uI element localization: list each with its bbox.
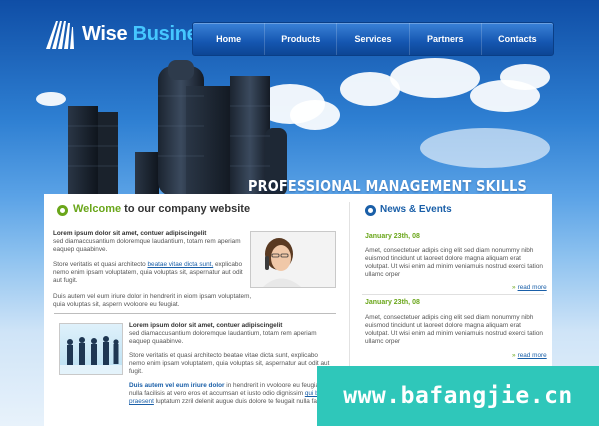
read-more-label-2: read more xyxy=(517,352,547,359)
team-paragraph-2: Store veritatis et quasi architecto beat… xyxy=(129,352,330,375)
businesswoman-photo xyxy=(250,231,336,288)
team-paragraph-1: Lorem ipsum dolor sit amet, contuer adip… xyxy=(129,322,334,346)
welcome-heading: Welcome to our company website xyxy=(73,203,250,215)
skyscrapers-image xyxy=(68,60,287,196)
nav-item-home[interactable]: Home xyxy=(193,23,264,55)
beatae-vitae-link[interactable]: beatae vitae dicta sunt, xyxy=(147,261,213,268)
news-date-1: January 23th, 08 xyxy=(365,233,420,240)
businesswoman-image xyxy=(251,232,335,287)
news-bullet-icon xyxy=(365,205,376,216)
cloud-decoration xyxy=(420,128,550,168)
team-p3-text-end: luptatum zzril delenit augue duis dolore… xyxy=(153,398,331,405)
nav-item-partners[interactable]: Partners xyxy=(408,23,481,55)
news-separator xyxy=(362,294,544,295)
welcome-intro-bold: Lorem ipsum dolor sit amet, contuer adip… xyxy=(53,230,207,237)
welcome-paragraph-2: Store veritatis et quasi architecto beat… xyxy=(53,261,248,285)
nav-item-contacts[interactable]: Contacts xyxy=(480,23,553,55)
read-more-link-2[interactable]: » read more xyxy=(512,352,547,359)
read-more-link-1[interactable]: » read more xyxy=(512,284,547,291)
news-text-2: Amet, consectetuer adipis cing elit sed … xyxy=(365,314,543,345)
news-heading: News & Events xyxy=(380,204,452,215)
news-text-1: Amet, consectetuer adipis cing elit sed … xyxy=(365,247,543,278)
brand-name-part1: Wise xyxy=(82,22,128,45)
arrow-right-icon: » xyxy=(512,284,516,291)
logo-rays-icon xyxy=(46,21,74,49)
team-paragraph-text: sed diamaccusantium doloremque laudantiu… xyxy=(129,330,317,345)
welcome-intro: Lorem ipsum dolor sit amet, contuer adip… xyxy=(53,230,245,254)
team-paragraph-3: Duis autem vel eum iriure dolor in hendr… xyxy=(129,382,334,406)
team-p3-bold: Duis autem vel eum iriure dolor xyxy=(129,382,225,389)
read-more-label-1: read more xyxy=(517,284,547,291)
welcome-heading-rest: to our company website xyxy=(121,203,251,215)
nav-item-services[interactable]: Services xyxy=(336,23,408,55)
watermark-text: www.bafangjie.cn xyxy=(343,383,573,409)
cloud-decoration xyxy=(500,64,550,90)
arrow-right-icon: » xyxy=(512,352,516,359)
welcome-p2-text: Store veritatis et quasi architecto xyxy=(53,261,148,268)
main-nav: Home Products Services Partners Contacts xyxy=(192,22,554,56)
cloud-decoration xyxy=(390,58,480,98)
nav-item-products[interactable]: Products xyxy=(264,23,336,55)
welcome-heading-green: Welcome xyxy=(73,203,122,215)
welcome-bullet-icon xyxy=(57,205,68,216)
business-team-photo xyxy=(59,323,123,375)
team-paragraph-bold: Lorem ipsum dolor sit amet, contuer adip… xyxy=(129,322,283,329)
welcome-paragraph-3: Duis autem vel eum iriure dolor in hendr… xyxy=(53,293,252,308)
business-team-image xyxy=(60,336,122,374)
watermark-banner: www.bafangjie.cn xyxy=(317,366,599,426)
hero-slogan: PROFESSIONAL MANAGEMENT SKILLS xyxy=(248,177,527,195)
welcome-intro-text: sed diamaccusantium doloremque laudantiu… xyxy=(53,238,241,253)
section-separator xyxy=(54,313,336,314)
news-date-2: January 23th, 08 xyxy=(365,299,420,306)
